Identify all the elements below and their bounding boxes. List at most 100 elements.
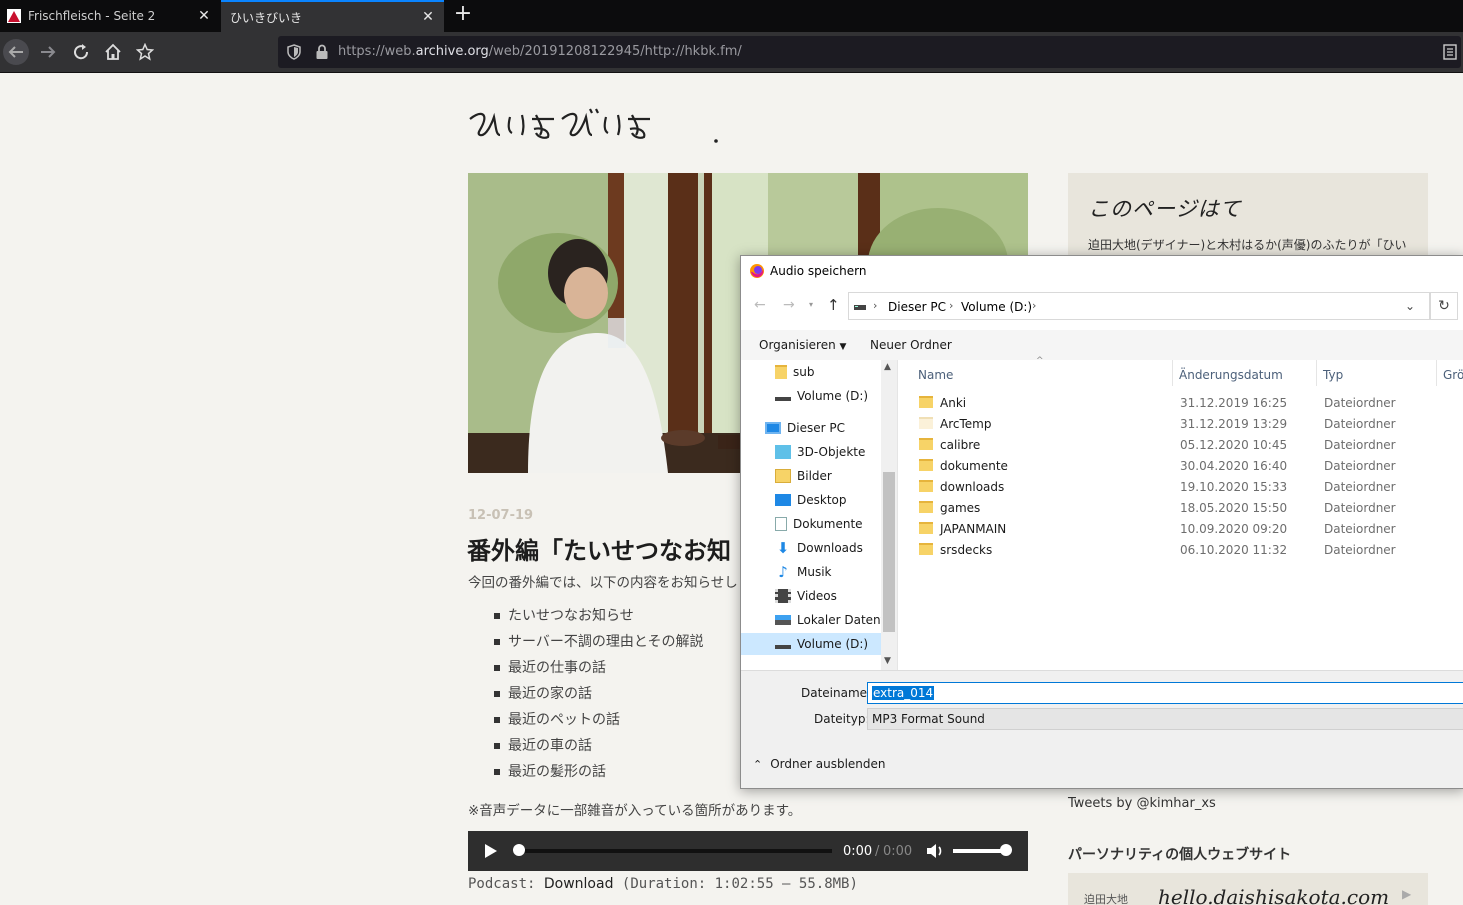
organize-menu[interactable]: Organisieren ▼ (759, 338, 846, 352)
column-date[interactable]: Änderungsdatum (1179, 368, 1283, 382)
scroll-down-icon[interactable]: ▼ (884, 656, 891, 666)
column-size[interactable]: Grö (1443, 368, 1463, 382)
tab-frischfleisch[interactable]: Frischfleisch - Seite 2 ✕ (0, 0, 220, 32)
computer-icon (765, 422, 781, 434)
dialog-toolbar: Organisieren ▼ Neuer Ordner (741, 330, 1463, 360)
nav-item-volume-d[interactable]: Volume (D:) (741, 385, 881, 407)
nav-item-volume-d-selected[interactable]: Volume (D:) (741, 633, 881, 655)
tweets-link[interactable]: Tweets by @kimhar_xs (1068, 796, 1216, 811)
navigation-pane: sub Volume (D:) Dieser PC 3D-Objekte Bil… (741, 360, 898, 670)
personal-site-card[interactable]: 迫田大地 hello.daishisakota.com ▶ (1068, 873, 1428, 905)
crumb-this-pc[interactable]: Dieser PC (888, 300, 946, 314)
folder-icon (775, 365, 787, 379)
volume-icon[interactable] (926, 843, 944, 859)
table-row[interactable]: JAPANMAIN 10.09.2020 09:20 Dateiordner (915, 519, 1455, 540)
dialog-footer: Dateiname: extra_014 Dateityp: MP3 Forma… (741, 670, 1463, 788)
filename-field[interactable]: extra_014 (867, 682, 1463, 704)
chevron-down-icon[interactable]: ⌄ (1405, 299, 1415, 313)
table-row[interactable]: srsdecks 06.10.2020 11:32 Dateiordner (915, 540, 1455, 561)
new-tab-icon[interactable]: + (452, 3, 474, 26)
file-date: 31.12.2019 13:29 (1180, 417, 1288, 431)
refresh-icon[interactable]: ↻ (1430, 292, 1458, 320)
folder-icon (919, 396, 933, 408)
close-tab-icon[interactable]: ✕ (196, 8, 212, 24)
nav-scrollbar[interactable]: ▲ ▼ (881, 360, 897, 670)
scrollbar-thumb[interactable] (883, 472, 895, 632)
cube-icon (775, 445, 791, 459)
seek-slider[interactable] (513, 844, 832, 856)
nav-item-downloads[interactable]: ⬇ Downloads (741, 537, 881, 559)
chevron-right-icon: › (873, 299, 878, 312)
nav-item-local-disk[interactable]: Lokaler Datenträ (741, 609, 897, 631)
nav-item-desktop[interactable]: Desktop (741, 489, 881, 511)
bookmark-button[interactable] (131, 38, 159, 66)
seek-handle[interactable] (513, 844, 525, 856)
column-name[interactable]: Name (918, 368, 953, 382)
time-separator: / (875, 844, 880, 859)
card-handwriting: hello.daishisakota.com (1158, 885, 1390, 905)
table-row[interactable]: calibre 05.12.2020 10:45 Dateiordner (915, 435, 1455, 456)
file-type: Dateiordner (1324, 543, 1396, 557)
list-item: 最近の髪形の話 (494, 762, 703, 788)
back-button[interactable] (2, 38, 30, 66)
lock-icon[interactable] (315, 44, 329, 60)
about-text: 迫田大地(デザイナー)と木村はるか(声優)のふたりが「ひい (1088, 238, 1407, 252)
tab-hiikibiiki[interactable]: ひいきびいき ✕ (221, 0, 444, 32)
tab-title: Frischfleisch - Seite 2 (28, 9, 156, 23)
recent-locations-chevron-icon[interactable]: ▾ (809, 300, 813, 309)
list-item: 最近のペットの話 (494, 710, 703, 736)
shield-icon[interactable] (286, 44, 302, 60)
column-divider[interactable] (1436, 360, 1437, 386)
hide-folders-toggle[interactable]: ⌃ Ordner ausblenden (753, 757, 886, 771)
download-link[interactable]: Download (544, 876, 614, 892)
nav-item-documents[interactable]: Dokumente (741, 513, 881, 535)
nav-label: Volume (D:) (797, 637, 869, 651)
breadcrumb[interactable]: › Dieser PC › Volume (D:) › ⌄ (848, 292, 1430, 320)
total-time: 0:00 (883, 844, 913, 859)
file-name: Anki (940, 396, 967, 410)
nav-item-sub[interactable]: sub (741, 361, 881, 383)
url-domain: archive.org (415, 44, 489, 59)
table-row[interactable]: games 18.05.2020 15:50 Dateiordner (915, 498, 1455, 519)
column-divider[interactable] (1172, 360, 1173, 386)
filetype-label: Dateityp: (814, 712, 870, 726)
filename-label: Dateiname: (801, 686, 872, 700)
folder-icon (919, 522, 933, 534)
column-type[interactable]: Typ (1323, 368, 1343, 382)
close-tab-icon[interactable]: ✕ (420, 9, 436, 25)
nav-item-3d-objects[interactable]: 3D-Objekte (741, 441, 881, 463)
volume-handle[interactable] (1000, 844, 1012, 856)
file-type: Dateiordner (1324, 417, 1396, 431)
forward-arrow-icon[interactable]: → (783, 297, 795, 313)
reload-button[interactable] (67, 38, 95, 66)
post-title[interactable]: 番外編「たいせつなお知 (467, 531, 731, 566)
scroll-up-icon[interactable]: ▲ (884, 362, 891, 372)
crumb-volume-d[interactable]: Volume (D:) (961, 300, 1032, 314)
forward-arrow-icon (41, 46, 56, 58)
table-row[interactable]: dokumente 30.04.2020 16:40 Dateiordner (915, 456, 1455, 477)
forward-button[interactable] (34, 38, 62, 66)
table-row[interactable]: downloads 19.10.2020 15:33 Dateiordner (915, 477, 1455, 498)
folder-icon (919, 480, 933, 492)
table-row[interactable]: Anki 31.12.2019 16:25 Dateiordner (915, 393, 1455, 414)
up-arrow-icon[interactable]: ↑ (827, 296, 840, 314)
nav-item-music[interactable]: ♪ Musik (741, 561, 881, 583)
handwritten-logo-icon (469, 108, 718, 143)
list-item: サーバー不調の理由とその解説 (494, 632, 703, 658)
table-row[interactable]: ArcTemp 31.12.2019 13:29 Dateiordner (915, 414, 1455, 435)
nav-item-this-pc[interactable]: Dieser PC (741, 417, 881, 439)
file-date: 06.10.2020 11:32 (1180, 543, 1288, 557)
site-logo[interactable] (466, 105, 728, 149)
list-item: 最近の車の話 (494, 736, 703, 762)
nav-item-videos[interactable]: Videos (741, 585, 881, 607)
home-button[interactable] (99, 38, 127, 66)
column-divider[interactable] (1316, 360, 1317, 386)
back-arrow-icon[interactable]: ← (754, 297, 766, 313)
filetype-select[interactable]: MP3 Format Sound (867, 708, 1463, 730)
volume-slider[interactable] (953, 844, 1012, 856)
new-folder-button[interactable]: Neuer Ordner (870, 338, 952, 352)
play-icon[interactable] (484, 843, 498, 859)
nav-item-pictures[interactable]: Bilder (741, 465, 881, 487)
file-name: dokumente (940, 459, 1008, 473)
reader-view-icon[interactable] (1443, 44, 1457, 60)
